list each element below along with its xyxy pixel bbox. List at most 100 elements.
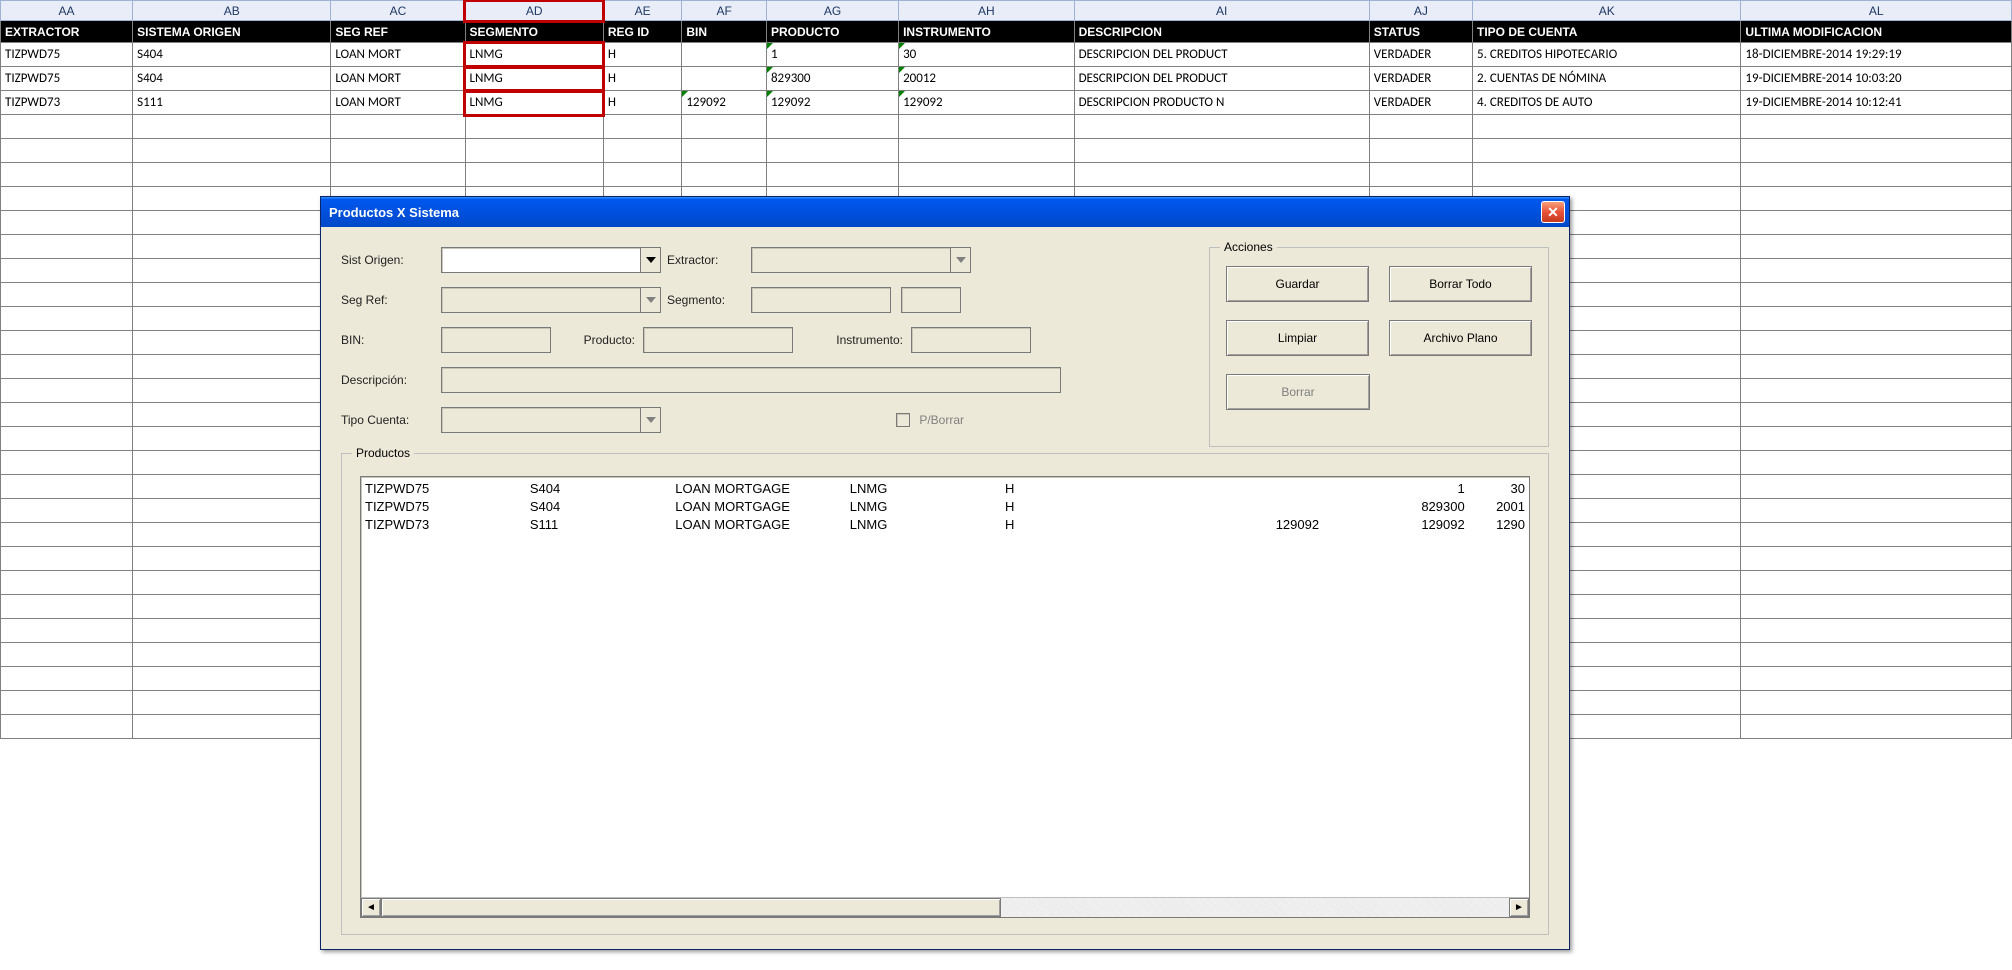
cell[interactable]: 19-DICIEMBRE-2014 10:03:20	[1741, 67, 2012, 91]
cell[interactable]: VERDADER	[1369, 43, 1472, 67]
productos-list[interactable]: TIZPWD75S404LOAN MORTGAGELNMGH130TIZPWD7…	[360, 476, 1530, 918]
header-cell[interactable]: ULTIMA MODIFICACION	[1741, 21, 2012, 43]
cell[interactable]	[1741, 379, 2012, 403]
cell[interactable]	[133, 211, 331, 235]
col-header-AI[interactable]: AI	[1074, 1, 1369, 21]
cell[interactable]	[133, 259, 331, 283]
col-header-AK[interactable]: AK	[1473, 1, 1741, 21]
cell[interactable]	[1, 523, 133, 547]
cell[interactable]	[1741, 235, 2012, 259]
cell[interactable]: TIZPWD73	[1, 91, 133, 115]
cell[interactable]: H	[603, 43, 681, 67]
cell[interactable]	[133, 403, 331, 427]
cell[interactable]	[603, 115, 681, 139]
cell[interactable]: 19-DICIEMBRE-2014 10:12:41	[1741, 91, 2012, 115]
header-cell[interactable]: EXTRACTOR	[1, 21, 133, 43]
cell[interactable]	[899, 115, 1074, 139]
cell[interactable]	[1, 379, 133, 403]
col-header-AJ[interactable]: AJ	[1369, 1, 1472, 21]
dialog-titlebar[interactable]: Productos X Sistema ✕	[321, 197, 1569, 227]
cell[interactable]	[1074, 115, 1369, 139]
header-cell[interactable]: TIPO DE CUENTA	[1473, 21, 1741, 43]
cell[interactable]	[133, 115, 331, 139]
cell[interactable]	[1, 475, 133, 499]
cell[interactable]	[1, 451, 133, 475]
cell[interactable]	[133, 523, 331, 547]
cell[interactable]	[1741, 475, 2012, 499]
field-descripcion[interactable]	[441, 367, 1061, 393]
list-item[interactable]: TIZPWD73S111LOAN MORTGAGELNMGH1290921290…	[365, 515, 1525, 533]
cell[interactable]	[133, 355, 331, 379]
cell[interactable]: DESCRIPCION DEL PRODUCT	[1074, 67, 1369, 91]
cell[interactable]	[1741, 523, 2012, 547]
header-cell[interactable]: SISTEMA ORIGEN	[133, 21, 331, 43]
guardar-button[interactable]: Guardar	[1226, 266, 1369, 302]
cell[interactable]: DESCRIPCION DEL PRODUCT	[1074, 43, 1369, 67]
cell[interactable]: DESCRIPCION PRODUCTO N	[1074, 91, 1369, 115]
close-icon[interactable]: ✕	[1541, 201, 1565, 223]
cell[interactable]	[1473, 163, 1741, 187]
cell[interactable]	[1741, 451, 2012, 475]
cell[interactable]	[133, 139, 331, 163]
cell[interactable]: S111	[133, 91, 331, 115]
scroll-left-icon[interactable]: ◄	[361, 898, 381, 917]
cell[interactable]	[1369, 163, 1472, 187]
cell[interactable]	[133, 475, 331, 499]
cell[interactable]	[1369, 139, 1472, 163]
horizontal-scrollbar[interactable]: ◄ ►	[361, 897, 1529, 917]
cell[interactable]: LNMG	[465, 67, 603, 91]
cell[interactable]	[331, 163, 465, 187]
scroll-right-icon[interactable]: ►	[1509, 898, 1529, 917]
cell[interactable]: VERDADER	[1369, 91, 1472, 115]
cell[interactable]	[1741, 115, 2012, 139]
header-cell[interactable]: SEG REF	[331, 21, 465, 43]
cell[interactable]	[1, 571, 133, 595]
cell[interactable]	[899, 163, 1074, 187]
cell[interactable]	[1, 403, 133, 427]
cell[interactable]	[1, 259, 133, 283]
field-instrumento[interactable]	[911, 327, 1031, 353]
field-bin[interactable]	[441, 327, 551, 353]
cell[interactable]	[1741, 571, 2012, 595]
cell[interactable]	[133, 715, 331, 739]
col-header-AC[interactable]: AC	[331, 1, 465, 21]
cell[interactable]: S404	[133, 67, 331, 91]
header-cell[interactable]: DESCRIPCION	[1074, 21, 1369, 43]
cell[interactable]	[1, 283, 133, 307]
cell[interactable]: 4. CREDITOS DE AUTO	[1473, 91, 1741, 115]
cell[interactable]	[133, 499, 331, 523]
cell[interactable]	[766, 139, 898, 163]
cell[interactable]	[133, 595, 331, 619]
cell[interactable]	[1741, 595, 2012, 619]
cell[interactable]	[1, 667, 133, 691]
cell[interactable]: 129092	[899, 91, 1074, 115]
cell[interactable]	[682, 43, 767, 67]
cell[interactable]	[331, 139, 465, 163]
cell[interactable]	[682, 67, 767, 91]
header-cell[interactable]: PRODUCTO	[766, 21, 898, 43]
cell[interactable]	[1, 643, 133, 667]
cell[interactable]	[331, 115, 465, 139]
cell[interactable]	[1741, 331, 2012, 355]
cell[interactable]	[603, 163, 681, 187]
borrar-todo-button[interactable]: Borrar Todo	[1389, 266, 1532, 302]
cell[interactable]	[766, 163, 898, 187]
cell[interactable]	[1741, 307, 2012, 331]
cell[interactable]	[465, 139, 603, 163]
col-header-AB[interactable]: AB	[133, 1, 331, 21]
cell[interactable]	[1741, 715, 2012, 739]
cell[interactable]	[1741, 259, 2012, 283]
cell[interactable]: LNMG	[465, 43, 603, 67]
cell[interactable]	[1741, 187, 2012, 211]
cell[interactable]	[682, 163, 767, 187]
checkbox-p-borrar[interactable]	[896, 413, 910, 427]
cell[interactable]	[1074, 163, 1369, 187]
cell[interactable]	[1741, 619, 2012, 643]
cell[interactable]	[1741, 547, 2012, 571]
cell[interactable]: H	[603, 91, 681, 115]
cell[interactable]	[133, 307, 331, 331]
col-header-AD[interactable]: AD	[465, 1, 603, 21]
cell[interactable]	[133, 427, 331, 451]
cell[interactable]	[1473, 115, 1741, 139]
cell[interactable]	[1, 715, 133, 739]
